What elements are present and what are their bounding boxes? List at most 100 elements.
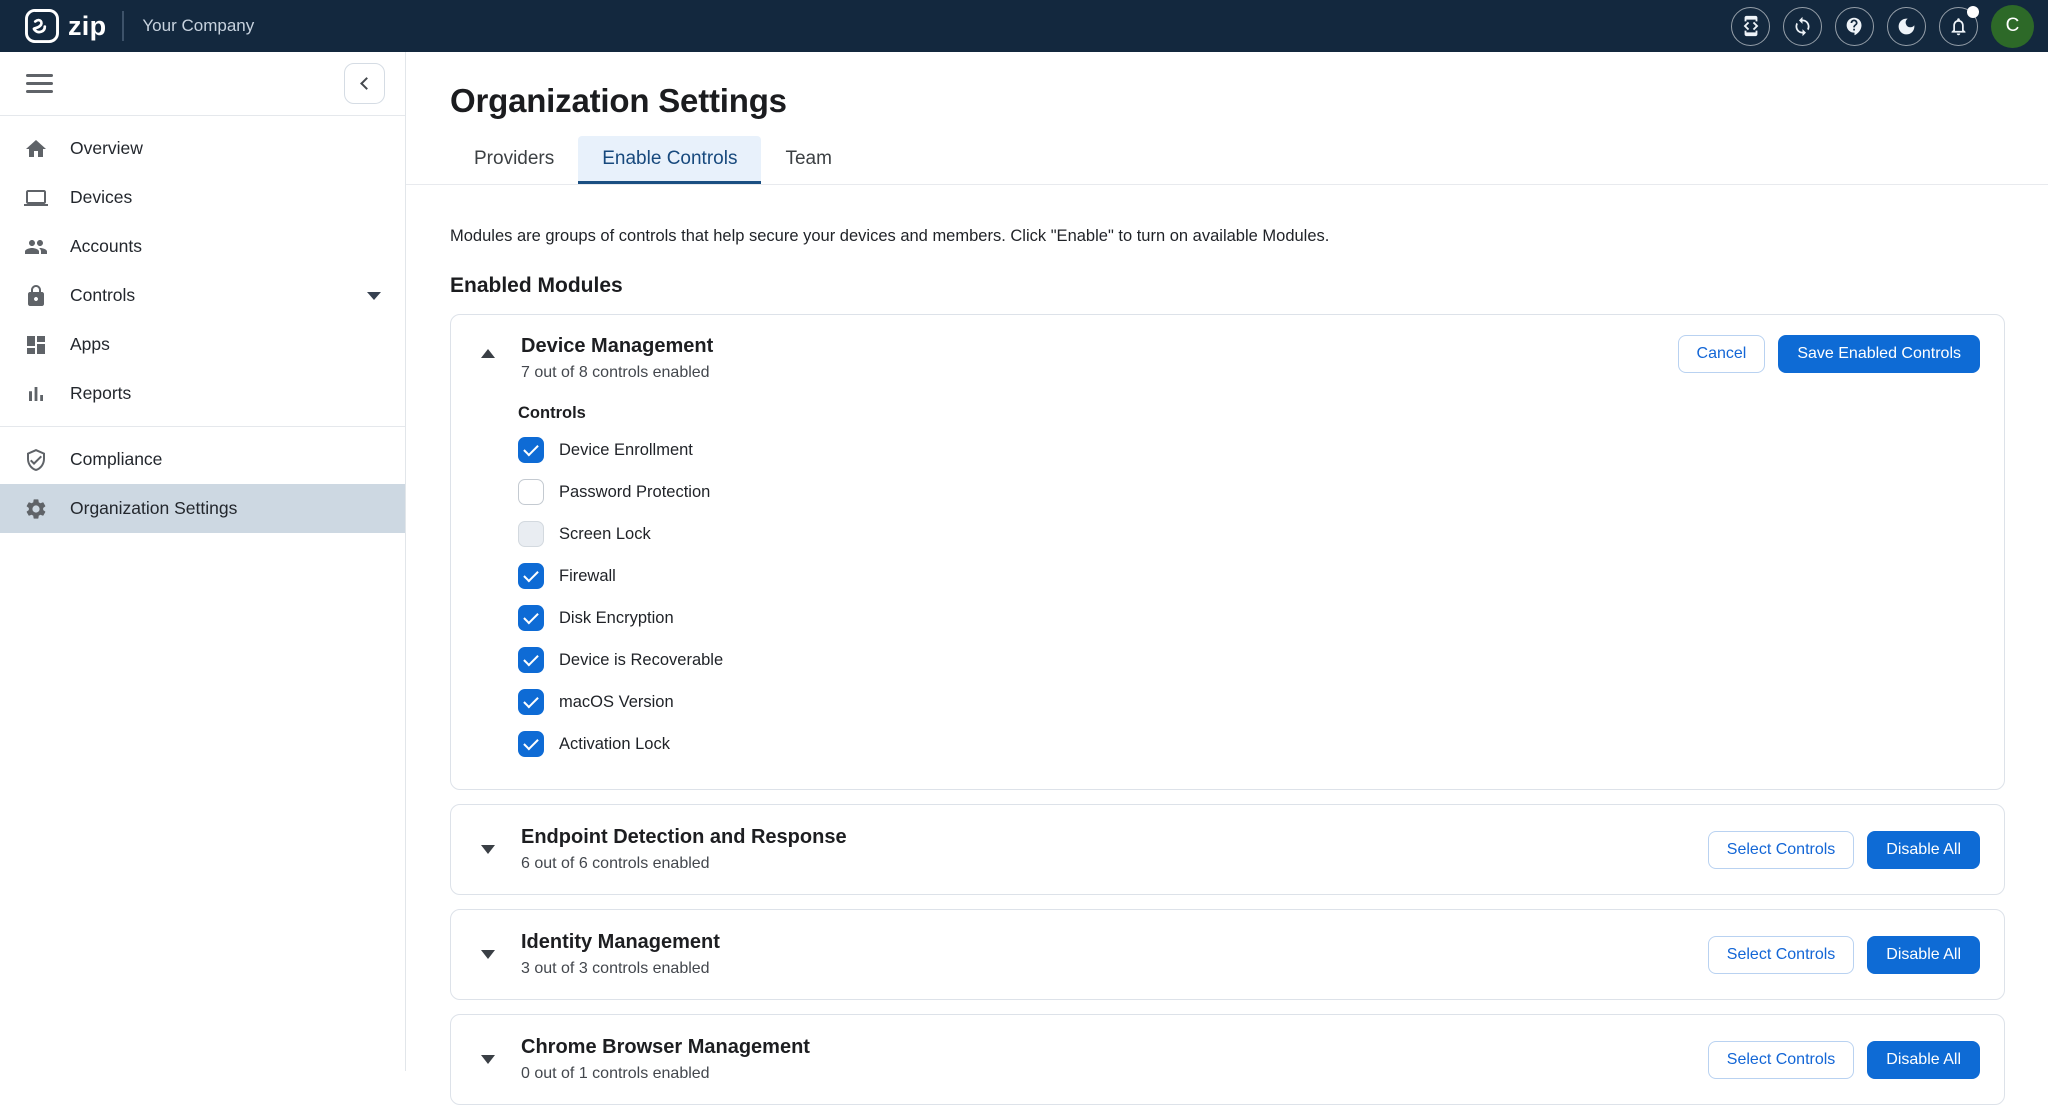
app-logo[interactable]: zip bbox=[24, 8, 106, 44]
control-label: macOS Version bbox=[559, 693, 674, 712]
checkbox[interactable] bbox=[518, 479, 544, 505]
module-card-identity-management: Identity Management 3 out of 3 controls … bbox=[450, 909, 2005, 1000]
checkbox[interactable] bbox=[518, 647, 544, 673]
control-device-enrollment[interactable]: Device Enrollment bbox=[518, 433, 1980, 467]
select-controls-button[interactable]: Select Controls bbox=[1708, 831, 1855, 869]
checkbox[interactable] bbox=[518, 731, 544, 757]
control-label: Device Enrollment bbox=[559, 441, 693, 460]
checkbox[interactable] bbox=[518, 689, 544, 715]
controls-checklist: Device Enrollment Password Protection Sc… bbox=[518, 433, 1980, 761]
dark-mode-button[interactable] bbox=[1887, 7, 1926, 46]
disable-all-button[interactable]: Disable All bbox=[1867, 831, 1980, 869]
collapse-module-button[interactable] bbox=[481, 349, 495, 358]
sidebar-header bbox=[0, 52, 405, 116]
lock-icon bbox=[24, 284, 48, 308]
chevron-down-icon bbox=[367, 292, 381, 300]
people-icon bbox=[24, 235, 48, 259]
module-name: Device Management bbox=[521, 335, 713, 358]
sidebar-item-label: Accounts bbox=[70, 236, 142, 257]
checkbox[interactable] bbox=[518, 563, 544, 589]
developer-mode-icon bbox=[1740, 15, 1762, 37]
select-controls-button[interactable]: Select Controls bbox=[1708, 1041, 1855, 1079]
module-card-endpoint-detection-and-response: Endpoint Detection and Response 6 out of… bbox=[450, 804, 2005, 895]
sidebar-collapse-button[interactable] bbox=[344, 63, 385, 104]
sidebar-item-label: Controls bbox=[70, 285, 135, 306]
tab-content: Modules are groups of controls that help… bbox=[406, 227, 2048, 1105]
user-avatar[interactable]: C bbox=[1991, 5, 2034, 48]
control-firewall[interactable]: Firewall bbox=[518, 559, 1980, 593]
control-password-protection[interactable]: Password Protection bbox=[518, 475, 1980, 509]
disable-all-button[interactable]: Disable All bbox=[1867, 1041, 1980, 1079]
cancel-button[interactable]: Cancel bbox=[1678, 335, 1766, 373]
topbar-divider bbox=[122, 11, 124, 41]
chevron-left-icon bbox=[360, 77, 373, 90]
developer-mode-button[interactable] bbox=[1731, 7, 1770, 46]
module-status: 0 out of 1 controls enabled bbox=[521, 1065, 810, 1083]
enabled-modules-heading: Enabled Modules bbox=[450, 274, 2005, 298]
control-activation-lock[interactable]: Activation Lock bbox=[518, 727, 1980, 761]
select-controls-button[interactable]: Select Controls bbox=[1708, 936, 1855, 974]
checkbox[interactable] bbox=[518, 437, 544, 463]
disable-all-button[interactable]: Disable All bbox=[1867, 936, 1980, 974]
shield-check-icon bbox=[24, 448, 48, 472]
sidebar-item-apps[interactable]: Apps bbox=[0, 320, 405, 369]
tab-bar: Providers Enable Controls Team bbox=[406, 136, 2048, 185]
notifications-icon bbox=[1948, 16, 1969, 37]
sidebar-item-accounts[interactable]: Accounts bbox=[0, 222, 405, 271]
sidebar-item-label: Organization Settings bbox=[70, 498, 237, 519]
control-label: Password Protection bbox=[559, 483, 710, 502]
hamburger-menu-icon[interactable] bbox=[26, 69, 53, 98]
module-name: Endpoint Detection and Response bbox=[521, 826, 847, 849]
tab-enable-controls[interactable]: Enable Controls bbox=[578, 136, 761, 184]
sidebar-item-organization-settings[interactable]: Organization Settings bbox=[0, 484, 405, 533]
logo-text: zip bbox=[68, 11, 106, 42]
page-title: Organization Settings bbox=[450, 82, 2048, 120]
expand-module-button[interactable] bbox=[481, 950, 495, 959]
module-card-device-management: Device Management 7 out of 8 controls en… bbox=[450, 314, 2005, 790]
apps-icon bbox=[24, 333, 48, 357]
sidebar-item-label: Reports bbox=[70, 383, 131, 404]
dark-mode-icon bbox=[1896, 16, 1917, 37]
sidebar-nav: Overview Devices Accounts Controls Apps … bbox=[0, 116, 405, 533]
gear-icon bbox=[24, 497, 48, 521]
module-card-chrome-browser-management: Chrome Browser Management 0 out of 1 con… bbox=[450, 1014, 2005, 1105]
expand-module-button[interactable] bbox=[481, 845, 495, 854]
save-enabled-controls-button[interactable]: Save Enabled Controls bbox=[1778, 335, 1980, 373]
checkbox[interactable] bbox=[518, 521, 544, 547]
notifications-button[interactable] bbox=[1939, 7, 1978, 46]
sync-button[interactable] bbox=[1783, 7, 1822, 46]
help-icon bbox=[1844, 16, 1865, 37]
control-screen-lock[interactable]: Screen Lock bbox=[518, 517, 1980, 551]
control-label: Device is Recoverable bbox=[559, 651, 723, 670]
control-device-is-recoverable[interactable]: Device is Recoverable bbox=[518, 643, 1980, 677]
control-label: Screen Lock bbox=[559, 525, 651, 544]
module-name: Chrome Browser Management bbox=[521, 1036, 810, 1059]
expand-module-button[interactable] bbox=[481, 1055, 495, 1064]
zip-logo-icon bbox=[24, 8, 60, 44]
sidebar-item-controls[interactable]: Controls bbox=[0, 271, 405, 320]
notification-badge bbox=[1967, 6, 1979, 18]
triangle-down-icon bbox=[481, 845, 495, 854]
sidebar-item-reports[interactable]: Reports bbox=[0, 369, 405, 418]
module-name: Identity Management bbox=[521, 931, 720, 954]
company-name: Your Company bbox=[142, 16, 254, 36]
help-button[interactable] bbox=[1835, 7, 1874, 46]
sidebar-item-overview[interactable]: Overview bbox=[0, 124, 405, 173]
module-status: 3 out of 3 controls enabled bbox=[521, 960, 720, 978]
checkbox[interactable] bbox=[518, 605, 544, 631]
home-icon bbox=[24, 137, 48, 161]
laptop-icon bbox=[24, 186, 48, 210]
control-disk-encryption[interactable]: Disk Encryption bbox=[518, 601, 1980, 635]
tab-providers[interactable]: Providers bbox=[450, 136, 578, 184]
sidebar-item-label: Overview bbox=[70, 138, 143, 159]
sidebar-item-compliance[interactable]: Compliance bbox=[0, 435, 405, 484]
sidebar-item-label: Devices bbox=[70, 187, 132, 208]
controls-label: Controls bbox=[518, 404, 1980, 423]
sidebar: Overview Devices Accounts Controls Apps … bbox=[0, 52, 406, 1071]
tab-team[interactable]: Team bbox=[761, 136, 855, 184]
triangle-down-icon bbox=[481, 950, 495, 959]
sidebar-item-devices[interactable]: Devices bbox=[0, 173, 405, 222]
control-macos-version[interactable]: macOS Version bbox=[518, 685, 1980, 719]
control-label: Activation Lock bbox=[559, 735, 670, 754]
triangle-down-icon bbox=[481, 1055, 495, 1064]
